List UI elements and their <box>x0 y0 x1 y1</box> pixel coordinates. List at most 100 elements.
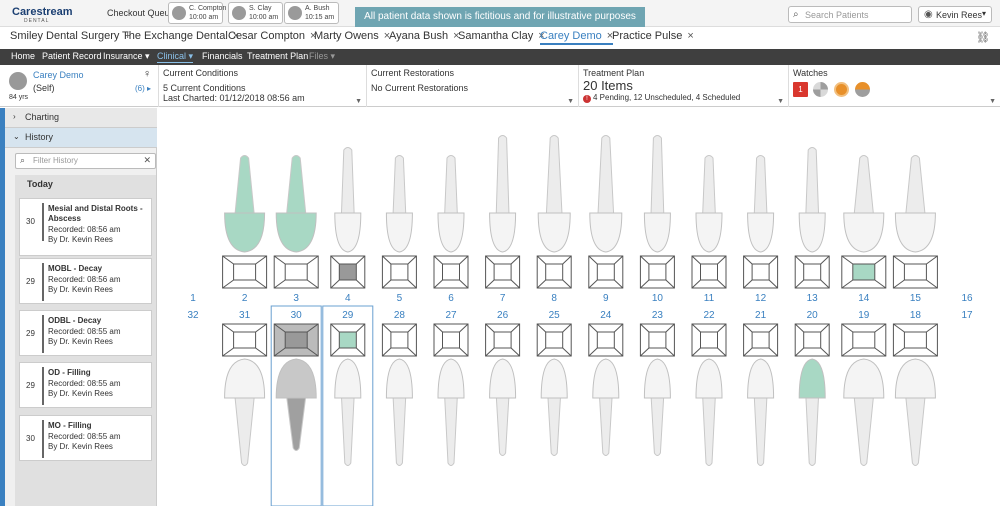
close-icon[interactable]: × <box>687 30 693 42</box>
lower-tooth[interactable] <box>843 358 885 466</box>
tooth-surface-diagram[interactable] <box>794 255 830 289</box>
upper-tooth[interactable] <box>798 147 826 253</box>
history-item[interactable]: 30 Mesial and Distal Roots - Abscess Recor… <box>19 198 152 256</box>
upper-tooth[interactable] <box>695 155 723 253</box>
chevron-down-icon[interactable]: ▼ <box>355 98 362 105</box>
tooth-surface-diagram[interactable] <box>691 255 727 289</box>
upper-tooth[interactable] <box>224 155 266 253</box>
chevron-down-icon[interactable]: ▼ <box>567 98 574 105</box>
lower-tooth[interactable] <box>489 358 517 456</box>
tooth-surface-diagram[interactable] <box>433 323 469 357</box>
lower-tooth[interactable] <box>798 358 826 466</box>
upper-tooth[interactable] <box>843 155 885 253</box>
link-icon[interactable]: ⛓ <box>976 31 990 44</box>
lower-tooth[interactable] <box>334 358 362 466</box>
lower-tooth[interactable] <box>224 358 266 466</box>
tooth-surface-diagram[interactable] <box>743 255 779 289</box>
tooth-surface-diagram[interactable] <box>892 323 938 357</box>
upper-tooth[interactable] <box>747 155 775 253</box>
history-item[interactable]: 30 MO - Filling Recorded: 08:55 am By Dr. K… <box>19 415 152 461</box>
upper-tooth[interactable] <box>489 135 517 253</box>
watches-panel[interactable]: Watches 1 ▼ <box>788 65 1000 107</box>
tooth-surface-diagram[interactable] <box>536 323 572 357</box>
treatment-plan-panel[interactable]: Treatment Plan 20 Items ! 4 Pending, 12 U… <box>578 65 788 107</box>
lower-tooth[interactable] <box>592 358 620 456</box>
chevron-down-icon[interactable]: ▼ <box>777 98 784 105</box>
queue-patient-1[interactable]: C. Compton 10:00 am <box>168 2 226 24</box>
watch-half-icon[interactable] <box>855 82 870 97</box>
tooth-surface-diagram[interactable] <box>841 255 887 289</box>
upper-tooth[interactable] <box>894 155 936 253</box>
watch-badge[interactable]: 1 <box>793 82 808 97</box>
history-item[interactable]: 29 OD - Filling Recorded: 08:55 am By Dr. K… <box>19 362 152 408</box>
lower-tooth[interactable] <box>540 358 568 456</box>
nav-item[interactable]: Clinical ▾ <box>157 51 194 63</box>
lower-tooth[interactable] <box>695 358 723 466</box>
lower-tooth[interactable] <box>894 358 936 466</box>
upper-tooth[interactable] <box>385 155 413 253</box>
tooth-surface-diagram[interactable] <box>639 323 675 357</box>
patient-tab[interactable]: Marty Owens × <box>314 30 390 42</box>
patient-tab[interactable]: The Exchange Dental × <box>122 30 239 42</box>
nav-item[interactable]: Financials <box>202 51 243 61</box>
patient-tab[interactable]: Carey Demo × <box>540 30 614 45</box>
patient-tab[interactable]: Ayana Bush × <box>389 30 460 42</box>
upper-tooth[interactable] <box>275 155 317 253</box>
tooth-surface-diagram[interactable] <box>841 323 887 357</box>
tooth-surface-diagram[interactable] <box>691 323 727 357</box>
patient-card[interactable]: Carey Demo (Self) 84 yrs ♀ (6) ▸ <box>0 65 158 107</box>
nav-item[interactable]: Files ▾ <box>309 51 335 62</box>
charting-section-header[interactable]: › Charting <box>5 108 157 128</box>
nav-item[interactable]: Treatment Plan <box>247 51 308 61</box>
tooth-surface-diagram[interactable] <box>892 255 938 289</box>
patient-name[interactable]: Carey Demo <box>33 70 84 80</box>
upper-tooth[interactable] <box>643 135 671 253</box>
tooth-surface-diagram[interactable] <box>794 323 830 357</box>
history-section-header[interactable]: ⌄ History <box>5 128 157 148</box>
history-item[interactable]: 29 ODBL - Decay Recorded: 08:55 am By Dr. K… <box>19 310 152 356</box>
nav-item[interactable]: Patient Record <box>42 51 102 61</box>
lower-tooth[interactable] <box>275 358 317 451</box>
upper-tooth[interactable] <box>334 147 362 253</box>
tooth-surface-diagram[interactable] <box>536 255 572 289</box>
patient-tab[interactable]: Samantha Clay × <box>458 30 545 42</box>
tooth-surface-diagram[interactable] <box>330 323 366 357</box>
current-restorations-panel[interactable]: Current Restorations No Current Restorat… <box>366 65 578 107</box>
chevron-down-icon[interactable]: ▼ <box>989 98 996 105</box>
queue-patient-2[interactable]: S. Clay 10:00 am <box>228 2 283 24</box>
watch-occlusion-icon[interactable] <box>834 82 849 97</box>
tooth-surface-diagram[interactable] <box>639 255 675 289</box>
patient-tab[interactable]: Practice Pulse × <box>612 30 694 42</box>
family-count-link[interactable]: (6) ▸ <box>135 84 151 93</box>
lower-tooth[interactable] <box>385 358 413 466</box>
tooth-surface-diagram[interactable] <box>273 255 319 289</box>
tooth-surface-diagram[interactable] <box>588 255 624 289</box>
upper-tooth[interactable] <box>589 135 623 253</box>
tooth-surface-diagram[interactable] <box>381 255 417 289</box>
history-item[interactable]: 29 MOBL - Decay Recorded: 08:56 am By Dr. K… <box>19 258 152 304</box>
current-conditions-panel[interactable]: Current Conditions 5 Current Conditions … <box>158 65 366 107</box>
tooth-surface-diagram[interactable] <box>743 323 779 357</box>
tooth-surface-diagram[interactable] <box>222 255 268 289</box>
patient-tab[interactable]: Cesar Compton × <box>228 30 316 42</box>
lower-tooth[interactable] <box>643 358 671 456</box>
tooth-surface-diagram[interactable] <box>273 323 319 357</box>
tooth-surface-diagram[interactable] <box>330 255 366 289</box>
tooth-surface-diagram[interactable] <box>381 323 417 357</box>
queue-patient-3[interactable]: A. Bush 10:15 am <box>284 2 339 24</box>
user-menu[interactable]: ◉ Kevin Rees ▾ <box>918 6 992 23</box>
lower-tooth[interactable] <box>437 358 465 466</box>
tooth-surface-diagram[interactable] <box>485 323 521 357</box>
tooth-surface-diagram[interactable] <box>485 255 521 289</box>
tooth-surface-diagram[interactable] <box>433 255 469 289</box>
search-patients-input[interactable]: ⌕ Search Patients <box>788 6 912 23</box>
upper-tooth[interactable] <box>537 135 571 253</box>
tooth-surface-diagram[interactable] <box>222 323 268 357</box>
patient-tab[interactable]: Smiley Dental Surgery + <box>10 30 131 42</box>
watch-perio-icon[interactable] <box>813 82 828 97</box>
filter-history-input[interactable]: ⌕ Filter History ✕ <box>15 153 156 169</box>
nav-item[interactable]: Home <box>11 51 35 61</box>
nav-item[interactable]: Insurance ▾ <box>103 51 150 62</box>
clear-icon[interactable]: ✕ <box>143 155 151 166</box>
tooth-surface-diagram[interactable] <box>588 323 624 357</box>
